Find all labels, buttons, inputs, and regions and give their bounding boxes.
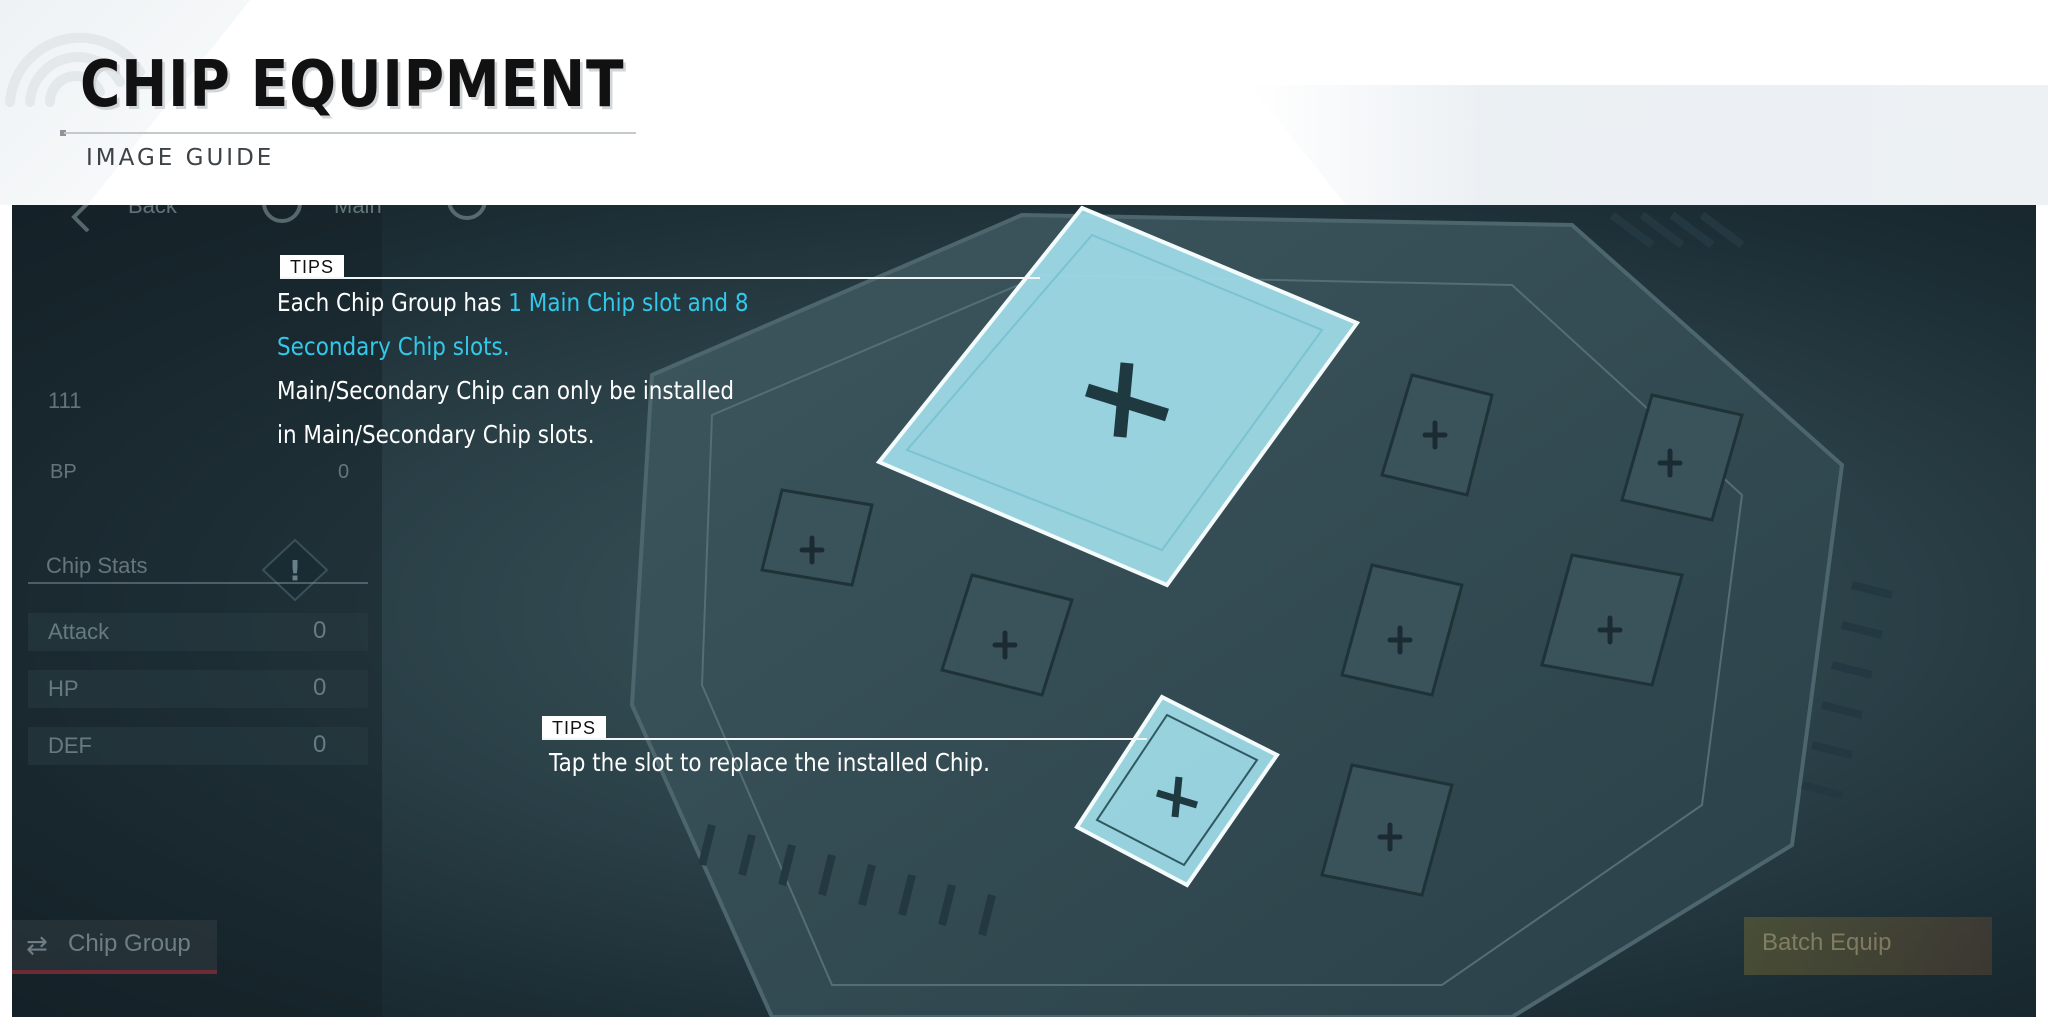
title-divider <box>64 132 636 134</box>
tip-replace-chip: Tap the slot to replace the installed Ch… <box>549 748 990 777</box>
chip-id: 111 <box>48 388 82 413</box>
stat-value: 0 <box>313 674 327 701</box>
game-screenshot: ! Back Main 111 BP 0 Chip Stats Attack 0… <box>12 205 2036 1017</box>
header-decoration-right <box>1250 85 2048 205</box>
chip-stats-label: Chip Stats <box>46 553 148 578</box>
guide-header: CHIP EQUIPMENT IMAGE GUIDE <box>0 0 2048 205</box>
tip-leader-line <box>542 738 1147 740</box>
tip-tag: TIPS <box>542 716 607 740</box>
bp-label: BP <box>50 461 77 483</box>
stat-label: DEF <box>48 733 92 758</box>
stat-row-hp: HP 0 <box>28 670 368 708</box>
tip-text: Each Chip Group has <box>277 288 509 317</box>
stat-value: 0 <box>313 731 327 758</box>
tip-text: Main/Secondary Chip can only be installe… <box>277 376 735 405</box>
stat-label: Attack <box>48 619 110 644</box>
tip-text: in Main/Secondary Chip slots. <box>277 420 595 449</box>
page-title: CHIP EQUIPMENT <box>80 48 625 122</box>
chip-group-button[interactable]: ⇄ Chip Group <box>12 920 217 974</box>
tip-leader-line <box>280 277 1040 279</box>
stat-row-attack: Attack 0 <box>28 613 368 651</box>
bp-value: 0 <box>338 461 350 483</box>
tip-highlight: 1 Main Chip slot and 8 <box>508 288 749 317</box>
main-label[interactable]: Main <box>334 205 382 219</box>
stat-value: 0 <box>313 617 327 644</box>
stat-row-def: DEF 0 <box>28 727 368 765</box>
tip-main-slots: Each Chip Group has 1 Main Chip slot and… <box>277 281 749 457</box>
batch-equip-button[interactable]: Batch Equip <box>1744 917 1992 975</box>
page-subtitle: IMAGE GUIDE <box>86 145 275 171</box>
back-label[interactable]: Back <box>128 205 177 219</box>
swap-icon: ⇄ <box>26 930 48 960</box>
tip-highlight: Secondary Chip slots. <box>277 332 510 361</box>
tip-tag: TIPS <box>280 255 345 279</box>
stat-label: HP <box>48 676 79 701</box>
chip-group-label: Chip Group <box>68 930 191 957</box>
batch-equip-label: Batch Equip <box>1762 929 1892 956</box>
